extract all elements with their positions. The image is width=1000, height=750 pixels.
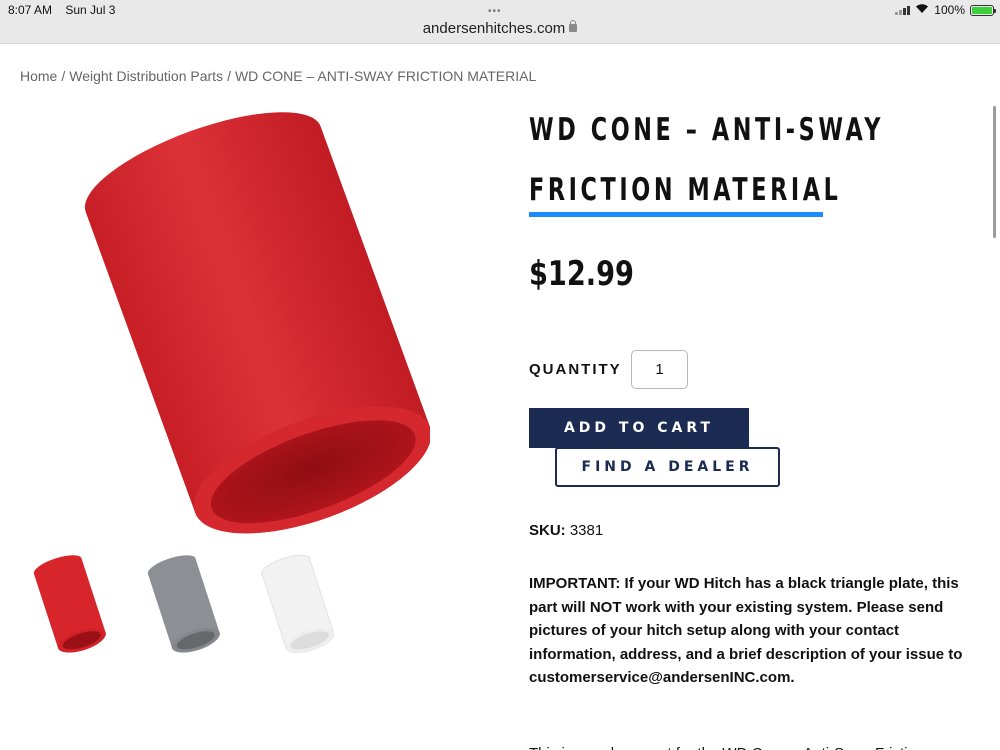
thumbnail-red[interactable] (30, 550, 112, 665)
breadcrumb-category-link[interactable]: Weight Distribution Parts (69, 68, 223, 84)
wifi-icon (915, 3, 929, 17)
breadcrumb: Home / Weight Distribution Parts / WD CONE –… (20, 68, 536, 84)
product-main-image[interactable] (70, 100, 432, 550)
cellular-signal-icon (895, 5, 911, 15)
sku-label: SKU: (529, 522, 566, 539)
battery-percent: 100% (934, 3, 965, 17)
url-text: andersenhitches.com (422, 20, 566, 37)
status-time: 8:07 AM (8, 3, 53, 17)
breadcrumb-separator: / (227, 68, 231, 84)
status-time-date: 8:07 AM Sun Jul 3 (8, 3, 125, 17)
thumbnail-white[interactable] (258, 550, 340, 665)
lock-icon (569, 20, 578, 32)
product-title-line2: FRICTION MATERIAL (529, 172, 842, 208)
sku-value: 3381 (569, 522, 604, 539)
quantity-label: QUANTITY (529, 361, 622, 378)
browser-top-bar: 8:07 AM Sun Jul 3 ••• 100% andersenhitch… (0, 0, 1000, 44)
sku: SKU: 3381 (529, 522, 603, 539)
status-date: Sun Jul 3 (65, 3, 116, 17)
product-title-line1: WD CONE – ANTI-SWAY (529, 112, 885, 148)
important-notice: IMPORTANT: If your WD Hitch has a black … (529, 575, 963, 686)
breadcrumb-current: WD CONE – ANTI-SWAY FRICTION MATERIAL (234, 68, 537, 84)
thumbnail-gallery (30, 550, 340, 665)
product-title: WD CONE – ANTI-SWAY FRICTION MATERIAL (529, 100, 885, 220)
breadcrumb-separator: / (61, 68, 66, 84)
title-underline (529, 212, 823, 217)
quantity-input[interactable] (631, 350, 688, 389)
find-dealer-button[interactable]: FIND A DEALER (555, 447, 780, 487)
add-to-cart-button[interactable]: ADD TO CART (529, 408, 749, 448)
battery-icon (970, 4, 996, 16)
status-indicators: 100% (895, 3, 996, 17)
page-scrollbar[interactable] (993, 106, 996, 238)
address-bar[interactable]: andersenhitches.com (0, 20, 1000, 37)
product-price: $12.99 (529, 254, 634, 294)
browser-menu-dots[interactable]: ••• (488, 6, 502, 17)
breadcrumb-home-link[interactable]: Home (20, 68, 57, 84)
product-description: This is a replacement for the WD Cone – … (529, 742, 974, 750)
thumbnail-gray[interactable] (144, 550, 226, 665)
